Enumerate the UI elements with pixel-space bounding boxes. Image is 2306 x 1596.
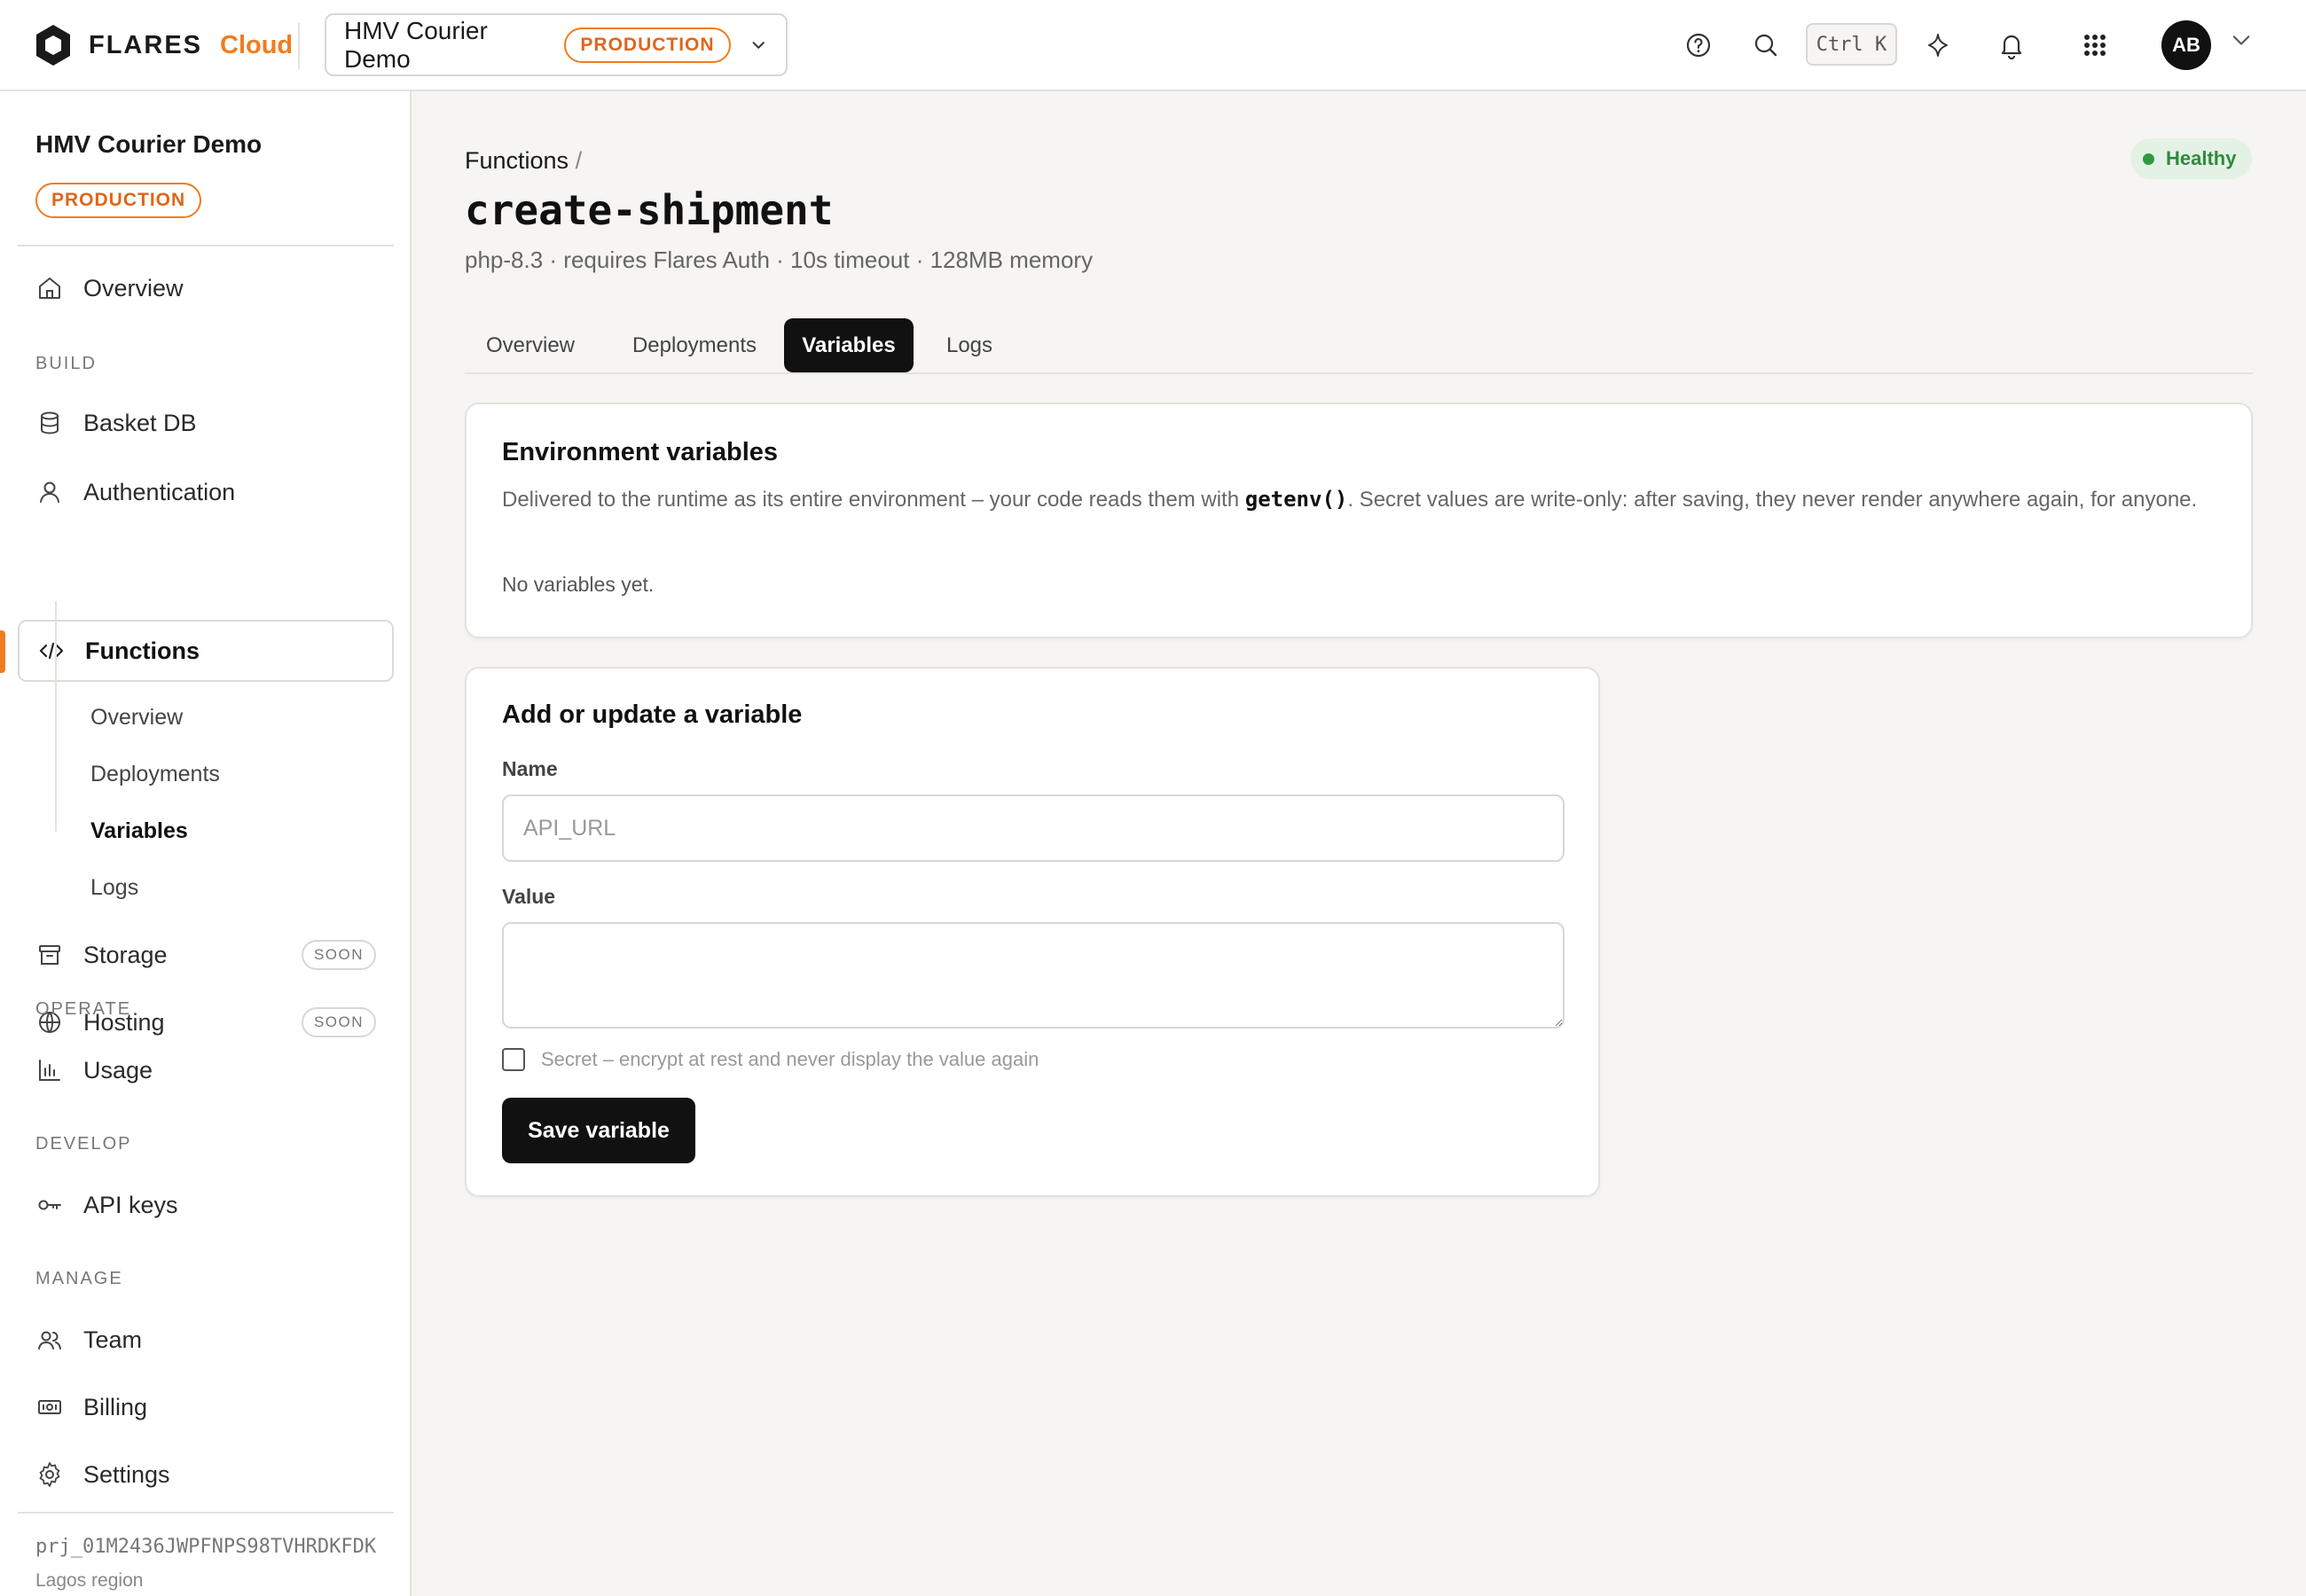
card-title: Environment variables [502,438,779,466]
sidebar-subitem-overview[interactable]: Overview [73,695,183,739]
sparkle-icon[interactable] [1921,28,1955,62]
bell-icon[interactable] [1995,28,2028,62]
soon-badge: SOON [301,940,376,970]
sidebar-item-label: Team [83,1326,143,1353]
command-shortcut-hint[interactable]: Ctrl K [1806,23,1897,66]
brand-logo[interactable]: FLARES Cloud [34,23,293,67]
sidebar-subitem-logs[interactable]: Logs [73,865,138,910]
sidebar-item-settings[interactable]: Settings [18,1443,394,1506]
brand-product: Cloud [220,30,294,59]
home-icon [39,278,60,299]
env-variables-card: Environment variables Delivered to the r… [465,403,2253,638]
desc-text: Delivered to the runtime as its entire e… [502,488,1245,512]
sidebar-item-storage[interactable]: Storage SOON [18,924,394,986]
breadcrumb-functions[interactable]: Functions [465,147,569,174]
sidebar-item-label: Basket DB [83,409,197,436]
desc-code: getenv() [1244,487,1348,512]
code-icon [39,642,64,660]
sidebar-item-api-keys[interactable]: API keys [18,1174,394,1236]
sidebar: HMV Courier Demo PRODUCTION Overview BUI… [0,91,412,1596]
form-title: Add or update a variable [502,700,803,729]
secret-option: Secret – encrypt at rest and never displ… [502,1048,1039,1071]
sidebar-item-overview[interactable]: Overview [18,257,394,319]
sidebar-item-label: Billing [83,1393,148,1420]
soon-badge: SOON [301,1007,376,1037]
sidebar-item-label: Settings [83,1460,170,1488]
env-badge: PRODUCTION [564,27,731,63]
sidebar-item-label: Authentication [83,478,236,505]
function-tabs: Overview Deployments Variables Logs [465,318,2253,374]
function-meta: php-8.3 · requires Flares Auth · 10s tim… [465,246,1094,273]
flares-logo-icon [36,25,70,66]
top-divider [298,23,300,69]
user-avatar[interactable]: AB [2161,20,2211,70]
breadcrumb: Functions / [465,147,582,175]
section-label-develop: DEVELOP [35,1134,132,1154]
sidebar-project-name: HMV Courier Demo [35,130,263,158]
section-label-operate: OPERATE [35,999,132,1019]
tab-deployments[interactable]: Deployments [612,318,777,372]
chevron-down-icon [752,41,765,49]
sidebar-item-label: Functions [85,637,200,664]
user-icon [40,481,59,503]
name-label: Name [502,757,558,780]
card-description: Delivered to the runtime as its entire e… [502,481,2223,519]
add-variable-card: Add or update a variable Name Value Secr… [465,667,1600,1197]
divider [18,245,394,246]
desc-text: . Secret values are write-only: after sa… [1347,488,2198,512]
sidebar-item-label: Usage [83,1056,153,1084]
breadcrumb-separator: / [575,147,583,174]
project-id: prj_01M2436JWPFNPS98TVHRDKFDK [35,1536,377,1558]
variable-name-input[interactable] [502,794,1565,862]
section-label-manage: MANAGE [35,1269,123,1288]
apps-grid-icon[interactable] [2078,28,2112,62]
empty-state: No variables yet. [502,573,655,596]
database-icon [41,411,59,434]
bar-chart-icon [39,1060,60,1081]
section-label-build: BUILD [35,354,97,373]
sidebar-item-team[interactable]: Team [18,1309,394,1371]
secret-label: Secret – encrypt at rest and never displ… [541,1048,1039,1070]
sidebar-env-badge: PRODUCTION [35,183,202,218]
project-switcher-name: HMV Courier Demo [344,16,488,73]
sidebar-item-usage[interactable]: Usage [18,1039,394,1101]
sidebar-item-label: API keys [83,1191,178,1218]
gear-icon [39,1462,60,1487]
page-title: create-shipment [465,186,834,234]
save-variable-button[interactable]: Save variable [502,1098,695,1163]
sidebar-item-label: Storage [83,941,168,968]
project-switcher[interactable]: HMV Courier Demo PRODUCTION [325,13,788,76]
billing-icon [38,1400,61,1414]
sidebar-subitem-variables[interactable]: Variables [73,809,188,853]
key-icon [38,1200,61,1210]
value-label: Value [502,885,556,908]
archive-icon [39,945,60,965]
status-badge: Healthy [2130,138,2253,179]
brand-name: FLARES [89,30,202,59]
top-bar: FLARES Cloud HMV Courier Demo PRODUCTION… [0,0,2306,91]
team-icon [38,1331,61,1350]
sidebar-item-authentication[interactable]: Authentication [18,461,394,523]
subnav-line [55,601,57,832]
tab-overview[interactable]: Overview [465,318,596,372]
sidebar-item-basket-db[interactable]: Basket DB [18,392,394,454]
chevron-down-icon[interactable] [2229,28,2254,53]
active-indicator [0,630,5,673]
divider [18,1512,394,1514]
variable-value-input[interactable] [502,922,1565,1029]
sidebar-subitem-deployments[interactable]: Deployments [73,752,220,796]
tab-variables[interactable]: Variables [784,318,914,372]
sidebar-item-functions[interactable]: Functions [18,620,394,682]
help-icon[interactable] [1682,28,1715,62]
sidebar-item-label: Overview [83,274,184,301]
tab-logs[interactable]: Logs [926,318,1013,372]
project-region: Lagos region [35,1570,144,1591]
sidebar-item-billing[interactable]: Billing [18,1376,394,1438]
secret-checkbox[interactable] [502,1048,525,1071]
search-icon[interactable] [1749,28,1783,62]
